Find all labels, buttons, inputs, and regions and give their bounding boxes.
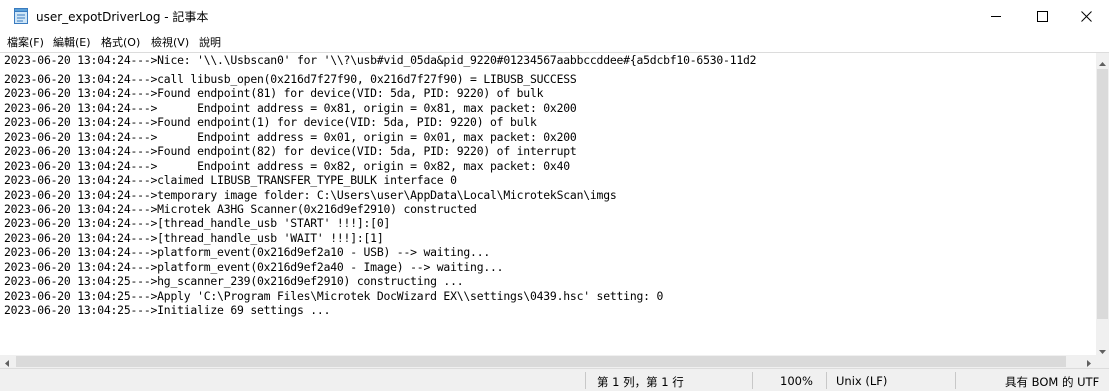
zoom-level: 100% <box>780 374 813 388</box>
vertical-scrollbar[interactable] <box>1096 53 1109 355</box>
maximize-icon <box>1036 10 1048 22</box>
menu-bar: 檔案(F) 編輯(E) 格式(O) 檢視(V) 說明 <box>0 32 1109 52</box>
menu-view[interactable]: 檢視(V) <box>151 34 189 50</box>
cursor-position: 第 1 列，第 1 行 <box>597 375 684 389</box>
text-line: 2023-06-20 13:04:24--->claimed LIBUSB_TR… <box>4 173 457 188</box>
text-line: 2023-06-20 13:04:24--->Found endpoint(81… <box>4 86 544 101</box>
minimize-button[interactable] <box>973 0 1019 32</box>
text-line: 2023-06-20 13:04:24---> Endpoint address… <box>4 158 570 173</box>
text-line: 2023-06-20 13:04:24---> Endpoint address… <box>4 129 577 144</box>
horizontal-scroll-thumb[interactable] <box>16 356 1066 367</box>
text-line: 2023-06-20 13:04:24--->call libusb_open(… <box>4 72 577 86</box>
text-line: 2023-06-20 13:04:24--->Nice: '\\.\Usbsca… <box>4 53 757 67</box>
text-line: 2023-06-20 13:04:24--->Found endpoint(1)… <box>4 115 537 130</box>
scrollbar-corner <box>1096 355 1109 368</box>
text-editor[interactable]: 2023-06-20 13:04:24--->Nice: '\\.\Usbsca… <box>0 53 1096 355</box>
text-line: 2023-06-20 13:04:24--->Found endpoint(82… <box>4 144 577 159</box>
text-line: 2023-06-20 13:04:24--->Microtek A3HG Sca… <box>4 201 477 216</box>
text-line: 2023-06-20 13:04:25--->hg_scanner_239(0x… <box>4 274 464 289</box>
close-button[interactable] <box>1063 0 1109 32</box>
scroll-down-button[interactable] <box>1096 341 1109 355</box>
status-divider <box>955 372 956 389</box>
text-line: 2023-06-20 13:04:24--->platform_event(0x… <box>4 259 504 274</box>
menu-edit[interactable]: 編輯(E) <box>53 34 91 50</box>
menu-help[interactable]: 說明 <box>199 34 221 50</box>
text-line: 2023-06-20 13:04:24--->temporary image f… <box>4 187 617 202</box>
menu-file[interactable]: 檔案(F) <box>7 34 44 50</box>
status-divider <box>585 372 586 389</box>
text-line: 2023-06-20 13:04:24--->platform_event(0x… <box>4 245 491 260</box>
editor-lines: 2023-06-20 13:04:24--->Nice: '\\.\Usbsca… <box>4 53 757 317</box>
notepad-icon <box>14 8 28 24</box>
text-line: 2023-06-20 13:04:24--->[thread_handle_us… <box>4 216 391 231</box>
vertical-scroll-thumb[interactable] <box>1097 69 1108 319</box>
scroll-left-button[interactable] <box>0 355 14 368</box>
menu-format[interactable]: 格式(O) <box>101 34 140 50</box>
scroll-right-button[interactable] <box>1082 355 1096 368</box>
text-line: 2023-06-20 13:04:24---> Endpoint address… <box>4 100 577 115</box>
status-divider <box>826 372 827 389</box>
notepad-window: user_expotDriverLog - 記事本 檔案(F) 編輯(E) 格式… <box>0 0 1109 391</box>
maximize-button[interactable] <box>1019 0 1065 32</box>
text-line: 2023-06-20 13:04:25--->Apply 'C:\Program… <box>4 288 664 303</box>
status-bar: 第 1 列，第 1 行 100% Unix (LF) 具有 BOM 的 UTF <box>0 368 1109 391</box>
minimize-icon <box>990 11 1002 22</box>
title-bar[interactable]: user_expotDriverLog - 記事本 <box>0 0 1109 32</box>
horizontal-scrollbar[interactable] <box>0 355 1096 368</box>
status-divider <box>752 372 753 389</box>
encoding: 具有 BOM 的 UTF <box>1005 375 1100 389</box>
text-line: 2023-06-20 13:04:24--->[thread_handle_us… <box>4 230 384 245</box>
text-line: 2023-06-20 13:04:25--->Initialize 69 set… <box>4 303 331 317</box>
window-title: user_expotDriverLog - 記事本 <box>36 10 209 24</box>
close-icon <box>1080 10 1092 22</box>
line-ending: Unix (LF) <box>836 374 888 388</box>
chevron-up-icon <box>1099 51 1106 70</box>
scroll-up-button[interactable] <box>1096 53 1109 67</box>
